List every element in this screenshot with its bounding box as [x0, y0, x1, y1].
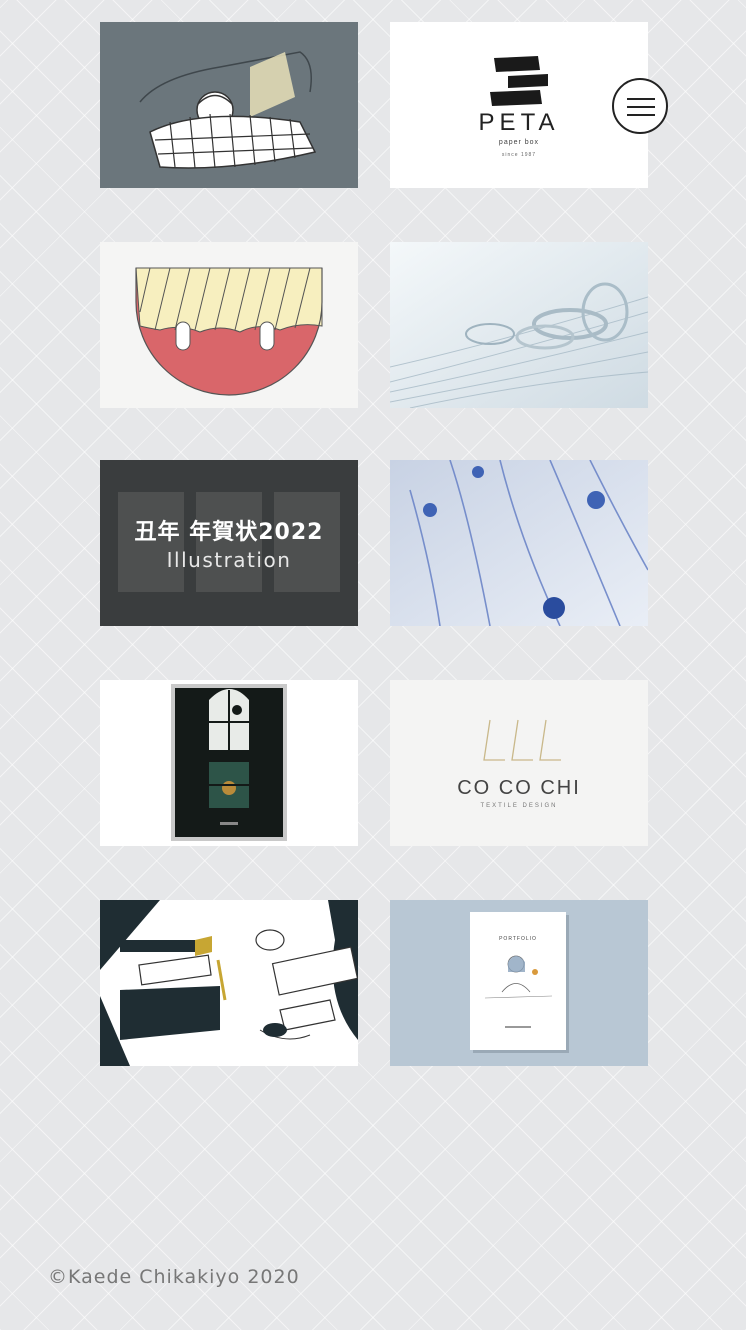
footer-copyright: ©Kaede Chikakiyo 2020: [48, 1266, 300, 1288]
work-overlay-title: 丑年 年賀状2022: [134, 520, 324, 545]
work-tile-window-poster[interactable]: [100, 680, 358, 846]
cocochi-logo-image: CO CO CHI TEXTILE DESIGN: [390, 680, 648, 846]
work-overlay-subtitle: Illustration: [166, 548, 292, 572]
cocochi-sub: TEXTILE DESIGN: [480, 803, 557, 809]
hamburger-icon-line: [627, 106, 655, 108]
menu-button[interactable]: [612, 78, 668, 134]
work-tile-portfolio-book[interactable]: PORTFOLIO: [390, 900, 648, 1066]
hamburger-icon-line: [627, 114, 655, 116]
objects-illustration-image: [100, 900, 358, 1066]
portfolio-title: PORTFOLIO: [499, 936, 537, 942]
sleeping-illustration-image: [100, 22, 358, 188]
work-tile-objects-illustration[interactable]: [100, 900, 358, 1066]
cup-illustration-image: [100, 242, 358, 408]
work-tile-glass-photo[interactable]: [390, 242, 648, 408]
hamburger-icon-line: [627, 98, 655, 100]
peta-name: PETA: [479, 109, 560, 136]
work-tile-cocochi-logo[interactable]: CO CO CHI TEXTILE DESIGN: [390, 680, 648, 846]
window-poster-image: [100, 680, 358, 846]
glass-photo-image: [390, 242, 648, 408]
work-overlay: 丑年 年賀状2022 Illustration: [100, 460, 358, 626]
work-tile-cup-illustration[interactable]: [100, 242, 358, 408]
peta-sub: paper box: [499, 139, 539, 146]
portfolio-book-image: PORTFOLIO: [390, 900, 648, 1066]
cocochi-name: CO CO CHI: [457, 777, 581, 799]
peta-logo-image: PETA paper box since 1987: [390, 22, 648, 188]
peta-since: since 1987: [502, 152, 536, 158]
work-tile-textile-photo[interactable]: [390, 460, 648, 626]
work-tile-peta-logo[interactable]: PETA paper box since 1987: [390, 22, 648, 188]
work-tile-sleeping-illustration[interactable]: [100, 22, 358, 188]
work-tile-nengajo-2022[interactable]: 丑年 年賀状2022 Illustration: [100, 460, 358, 626]
textile-photo-image: [390, 460, 648, 626]
